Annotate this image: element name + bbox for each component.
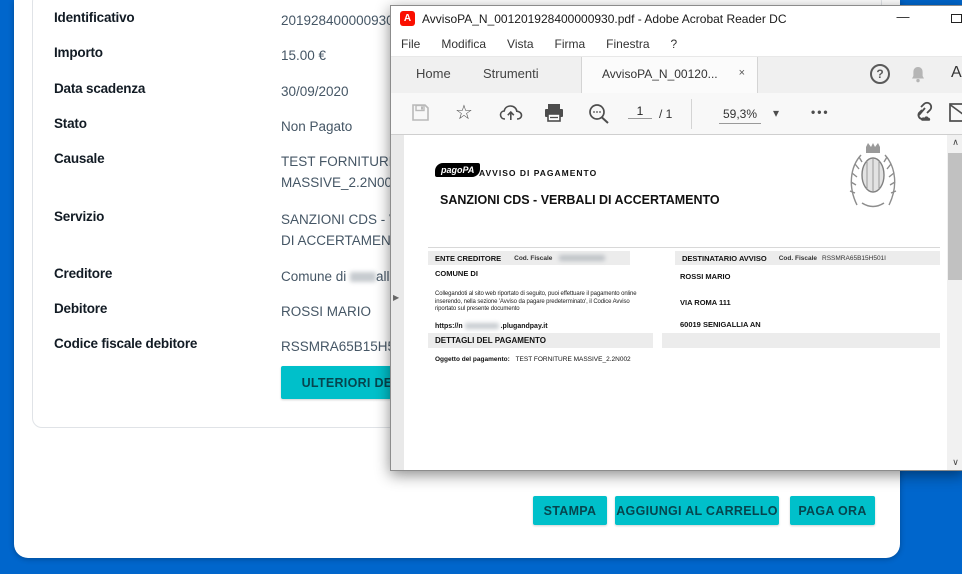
more-tools-icon[interactable]: ••• (811, 105, 830, 119)
oggetto-value: TEST FORNITURE MASSIVE_2.2N002 (516, 356, 631, 363)
destinatario-address2: 60019 SENIGALLIA AN (680, 320, 761, 329)
redacted-cf (559, 255, 605, 261)
account-initial[interactable]: A (951, 64, 962, 82)
redacted-value (350, 272, 376, 282)
tab-strumenti[interactable]: Strumenti (483, 66, 539, 81)
tab-home[interactable]: Home (416, 66, 451, 81)
scroll-down-icon[interactable]: ∨ (947, 455, 962, 470)
toolbar-separator (691, 99, 692, 129)
page-number-input[interactable] (628, 104, 652, 119)
destinatario-cf-value: RSSMRA65B15H501I (822, 255, 886, 262)
oggetto-row: Oggetto del pagamento: TEST FORNITURE MA… (435, 356, 631, 363)
dettagli-pagamento-bar: DETTAGLI DEL PAGAMENTO (428, 333, 653, 348)
field-label: Servizio (54, 209, 104, 224)
tab-document-label: AvvisoPA_N_00120... (602, 67, 718, 81)
pdf-title: SANZIONI CDS - VERBALI DI ACCERTAMENTO (440, 193, 720, 207)
menu-file[interactable]: File (401, 37, 420, 51)
print-icon[interactable] (543, 103, 565, 128)
destinatario-name: ROSSI MARIO (680, 272, 730, 281)
tab-close-icon[interactable]: × (739, 67, 745, 79)
ente-header: ENTE CREDITORE (435, 254, 501, 263)
paga-ora-button[interactable]: PAGA ORA (790, 496, 875, 525)
menu-modifica[interactable]: Modifica (441, 37, 486, 51)
pdf-toolbar: ☆ / 1 59,3% ▾ ••• (391, 93, 962, 135)
email-icon[interactable] (949, 103, 962, 127)
vertical-scrollbar[interactable]: ∧ ∨ (947, 135, 962, 470)
sidebar-strip (391, 135, 404, 470)
field-label: Creditore (54, 266, 112, 281)
destinatario-header: DESTINATARIO AVVISO (682, 254, 767, 263)
pdf-divider (428, 247, 940, 248)
notifications-bell-icon[interactable] (909, 65, 927, 89)
save-icon[interactable] (411, 103, 430, 127)
payment-url: https://n.plugandpay.it (435, 323, 548, 330)
minimize-button[interactable]: — (889, 9, 917, 24)
tab-document[interactable]: AvvisoPA_N_00120... × (581, 57, 758, 93)
aggiungi-al-carrello-button[interactable]: AGGIUNGI AL CARRELLO (615, 496, 779, 525)
dettagli-bar-right (662, 333, 940, 348)
pagopa-logo: pagoPA (435, 163, 480, 177)
destinatario-bar: DESTINATARIO AVVISO Cod. Fiscale RSSMRA6… (675, 251, 940, 265)
cloud-upload-icon[interactable] (499, 103, 523, 128)
pdf-doc-label: AVVISO DI PAGAMENTO (479, 168, 597, 178)
scroll-up-icon[interactable]: ∧ (947, 135, 962, 150)
menu-vista[interactable]: Vista (507, 37, 533, 51)
ente-name: COMUNE DI (435, 269, 478, 278)
zoom-level-value[interactable]: 59,3% (719, 107, 761, 124)
menu-help[interactable]: ? (671, 37, 678, 51)
payment-info-text: Collegandoti al sito web riportato di se… (435, 291, 641, 314)
menu-firma[interactable]: Firma (555, 37, 586, 51)
oggetto-label: Oggetto del pagamento: (435, 356, 510, 363)
maximize-button[interactable] (951, 14, 962, 23)
pdf-viewer: ▶ pagoPA AVVISO DI PAGAMENTO SANZIONI CD… (391, 135, 962, 470)
destinatario-address1: VIA ROMA 111 (680, 298, 731, 307)
dettagli-header: DETTAGLI DEL PAGAMENTO (435, 336, 546, 345)
field-label: Identificativo (54, 10, 134, 25)
menu-finestra[interactable]: Finestra (606, 37, 649, 51)
sidebar-expand-icon[interactable]: ▶ (393, 293, 399, 302)
acrobat-window: A AvvisoPA_N_001201928400000930.pdf - Ad… (390, 5, 962, 471)
star-favorites-icon[interactable]: ☆ (455, 100, 473, 125)
menu-bar: File Modifica Vista Firma Finestra ? (391, 32, 962, 57)
field-label: Causale (54, 151, 104, 166)
window-title: AvvisoPA_N_001201928400000930.pdf - Adob… (422, 12, 787, 26)
cf-label: Cod. Fiscale (514, 255, 552, 262)
field-label: Importo (54, 45, 103, 60)
field-label: Codice fiscale debitore (54, 336, 197, 351)
cf-label: Cod. Fiscale (779, 255, 817, 262)
scrollbar-thumb[interactable] (948, 153, 962, 280)
field-label: Debitore (54, 301, 107, 316)
zoom-dropdown-caret-icon[interactable]: ▾ (773, 106, 779, 120)
zoom-search-icon[interactable] (587, 103, 611, 130)
redacted-url-part (465, 323, 499, 329)
pdf-page: pagoPA AVVISO DI PAGAMENTO SANZIONI CDS … (404, 135, 947, 470)
adobe-acrobat-icon: A (400, 11, 415, 26)
help-icon[interactable]: ? (870, 64, 890, 84)
ente-creditore-bar: ENTE CREDITORE Cod. Fiscale (428, 251, 630, 265)
page-count-label: / 1 (659, 107, 672, 121)
municipal-emblem (846, 143, 900, 211)
share-link-icon[interactable] (909, 101, 935, 130)
field-label: Stato (54, 116, 87, 131)
field-label: Data scadenza (54, 81, 145, 96)
stampa-button[interactable]: STAMPA (533, 496, 607, 525)
window-titlebar[interactable]: A AvvisoPA_N_001201928400000930.pdf - Ad… (391, 6, 962, 32)
tab-bar: Home Strumenti AvvisoPA_N_00120... × ? A (391, 57, 962, 93)
